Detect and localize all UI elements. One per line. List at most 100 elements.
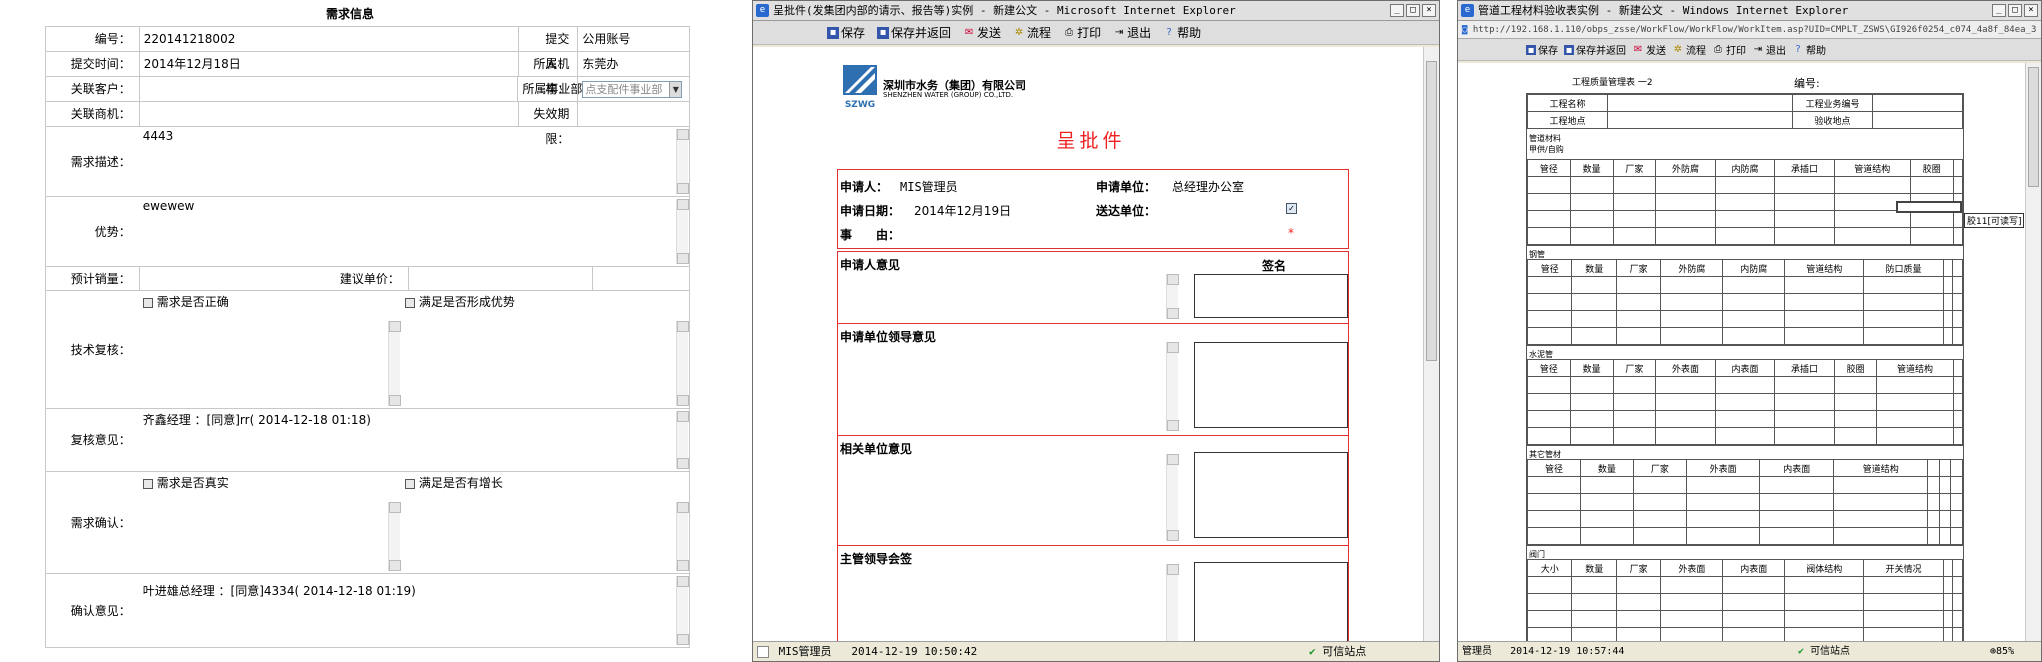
table-cell[interactable]	[1579, 527, 1634, 545]
opinion-scrollbar[interactable]	[1166, 454, 1179, 541]
table-cell[interactable]	[1722, 627, 1786, 641]
table-cell[interactable]	[1938, 527, 1952, 545]
table-cell[interactable]	[1527, 427, 1571, 445]
table-cell[interactable]	[1612, 393, 1657, 411]
table-cell[interactable]	[1952, 176, 1964, 194]
review-opinion-area[interactable]: 齐鑫经理 ：[同意]rr( 2014-12-18 01:18)	[139, 409, 689, 471]
table-cell[interactable]	[1876, 376, 1954, 394]
table-cell[interactable]	[1722, 610, 1786, 628]
table-cell[interactable]	[1571, 293, 1617, 311]
table-cell[interactable]	[1952, 376, 1964, 394]
table-cell[interactable]	[1571, 576, 1617, 594]
table-cell[interactable]	[1612, 227, 1657, 245]
table-cell[interactable]	[1714, 427, 1776, 445]
table-cell[interactable]	[1784, 293, 1865, 311]
table-cell[interactable]	[1655, 193, 1716, 211]
table-cell[interactable]	[1833, 376, 1878, 394]
table-cell[interactable]	[1722, 576, 1786, 594]
table-cell[interactable]	[1571, 593, 1617, 611]
table-cell[interactable]	[1952, 610, 1963, 628]
confirm-opinion-area[interactable]: 叶进雄总经理 ：[同意]4334( 2014-12-18 01:19)	[139, 574, 689, 647]
table-cell[interactable]	[1569, 210, 1614, 228]
table-cell[interactable]	[1714, 393, 1776, 411]
table-cell[interactable]	[1942, 327, 1954, 345]
signature-box[interactable]	[1194, 562, 1348, 641]
table-cell[interactable]	[1833, 176, 1911, 194]
table-cell[interactable]	[1833, 510, 1929, 528]
table-cell[interactable]	[1655, 227, 1716, 245]
table-cell[interactable]	[1527, 376, 1571, 394]
table-cell[interactable]	[1784, 327, 1865, 345]
help-button[interactable]: ? 帮助	[1163, 24, 1201, 41]
table-cell[interactable]	[1569, 176, 1614, 194]
table-cell[interactable]	[1876, 393, 1954, 411]
maximize-button[interactable]: □	[2008, 4, 2022, 17]
table-cell[interactable]	[1938, 493, 1952, 511]
table-cell[interactable]	[1526, 310, 1573, 328]
table-cell[interactable]	[1833, 227, 1911, 245]
table-cell[interactable]	[1722, 327, 1786, 345]
table-cell[interactable]	[1952, 627, 1963, 641]
table-cell[interactable]	[1615, 627, 1662, 641]
table-cell[interactable]	[1714, 176, 1776, 194]
table-cell[interactable]	[1632, 493, 1687, 511]
table-cell[interactable]	[1527, 193, 1571, 211]
table-cell[interactable]	[1660, 593, 1724, 611]
table-cell[interactable]	[1759, 493, 1835, 511]
table-cell[interactable]	[1784, 310, 1865, 328]
table-cell[interactable]	[1909, 210, 1954, 228]
division-select[interactable]: 点支配件事业部 ▼	[582, 81, 683, 98]
table-cell[interactable]	[1615, 293, 1662, 311]
table-cell[interactable]	[1863, 310, 1944, 328]
checkbox-correct[interactable]	[142, 297, 153, 308]
table-cell[interactable]	[1615, 310, 1662, 328]
save-return-button[interactable]: ▪ 保存并返回	[1564, 42, 1626, 57]
table-cell[interactable]	[1569, 427, 1614, 445]
page-scrollbar[interactable]	[2025, 63, 2041, 641]
table-cell[interactable]	[1612, 427, 1657, 445]
table-cell[interactable]	[1660, 327, 1724, 345]
save-button[interactable]: ▪ 保存	[827, 24, 865, 41]
table-cell[interactable]	[1526, 327, 1573, 345]
table-cell[interactable]	[1714, 193, 1776, 211]
table-cell[interactable]	[1927, 527, 1940, 545]
table-cell[interactable]	[1942, 293, 1954, 311]
confirm-opinion-scrollbar[interactable]	[676, 576, 689, 645]
table-cell[interactable]	[1952, 427, 1964, 445]
table-cell[interactable]	[1660, 576, 1724, 594]
table-cell[interactable]	[1759, 510, 1835, 528]
table-cell[interactable]	[1655, 410, 1716, 428]
review-scrollbar[interactable]	[676, 411, 689, 469]
table-cell[interactable]	[1722, 593, 1786, 611]
table-cell[interactable]	[1774, 393, 1835, 411]
table-cell[interactable]	[1527, 510, 1581, 528]
table-cell[interactable]	[1952, 593, 1963, 611]
flow-button[interactable]: ✲ 流程	[1013, 24, 1051, 41]
table-cell[interactable]	[1685, 527, 1761, 545]
table-cell[interactable]	[1784, 593, 1865, 611]
table-cell[interactable]	[1952, 327, 1963, 345]
table-cell[interactable]	[1927, 493, 1940, 511]
table-cell[interactable]	[1909, 227, 1954, 245]
table-cell[interactable]	[1615, 276, 1662, 294]
table-cell[interactable]	[1863, 610, 1944, 628]
table-cell[interactable]	[1942, 276, 1954, 294]
signature-box[interactable]	[1194, 452, 1348, 538]
table-cell[interactable]	[1784, 276, 1865, 294]
table-cell[interactable]	[1952, 310, 1963, 328]
table-cell[interactable]	[1571, 627, 1617, 641]
table-cell[interactable]	[1527, 493, 1581, 511]
table-cell[interactable]	[1950, 476, 1963, 494]
table-cell[interactable]	[1569, 410, 1614, 428]
tech-right-scrollbar[interactable]	[676, 321, 689, 406]
table-cell[interactable]	[1527, 227, 1571, 245]
expiry-field[interactable]	[577, 102, 689, 126]
table-cell[interactable]	[1571, 327, 1617, 345]
table-cell[interactable]	[1527, 393, 1571, 411]
accept-site-field[interactable]	[1872, 111, 1963, 129]
table-cell[interactable]	[1660, 293, 1724, 311]
table-cell[interactable]	[1571, 610, 1617, 628]
table-cell[interactable]	[1833, 493, 1929, 511]
checkbox-advantage[interactable]	[404, 297, 415, 308]
table-cell[interactable]	[1527, 210, 1571, 228]
